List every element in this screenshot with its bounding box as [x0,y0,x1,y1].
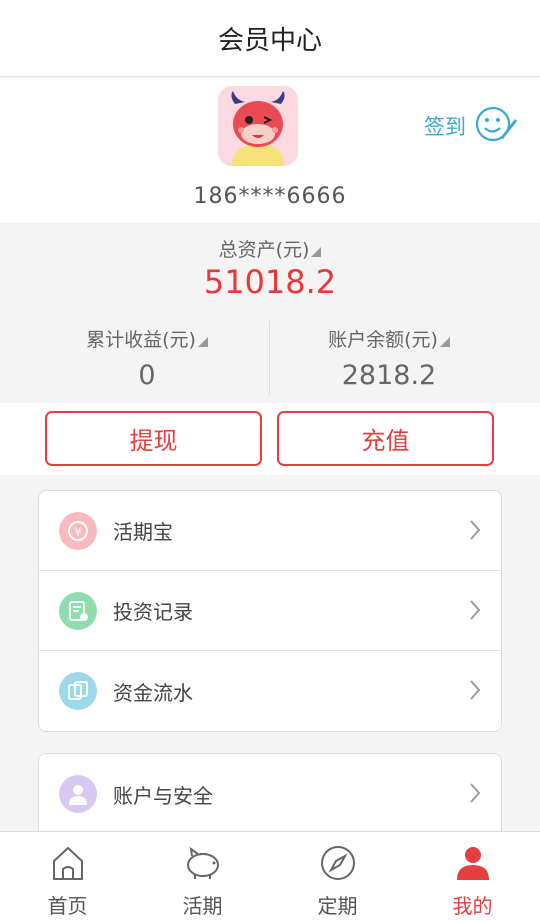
account-security-icon [59,775,97,813]
tab-fixed[interactable]: 定期 [270,832,405,922]
tab-mine[interactable]: 我的 [405,832,540,922]
menu-item-label: 投资记录 [113,600,193,624]
tab-label: 我的 [452,894,493,918]
menu-item-label: 资金流水 [113,680,193,705]
menu-item-fund-flow[interactable]: 资金流水 [39,651,501,731]
svg-text:¥: ¥ [74,525,82,539]
avatar[interactable] [218,86,298,166]
home-icon [50,832,86,886]
earnings-value: 0 [138,360,156,391]
account-menu-card: 账户与安全 [38,753,502,843]
triangle-icon [197,337,208,347]
tab-label: 首页 [47,894,88,918]
piggy-bank-icon [183,832,223,886]
finance-menu-card: ¥ 活期宝 投资记录 资金流水 [38,490,502,732]
tab-label: 定期 [317,894,358,918]
earnings-label: 累计收益(元) [12,325,282,352]
chevron-right-icon [469,679,481,705]
chevron-right-icon [469,519,481,545]
triangle-icon [311,247,322,257]
menu-item-account-security[interactable]: 账户与安全 [39,754,501,834]
current-treasure-icon: ¥ [59,511,97,550]
withdraw-button[interactable]: 提现 [45,411,262,466]
menu-item-current-treasure[interactable]: ¥ 活期宝 [39,491,501,571]
triangle-icon [439,337,450,347]
fund-flow-icon [59,672,97,710]
menu-item-label: 账户与安全 [113,783,213,808]
menu-item-investment-record[interactable]: 投资记录 [39,571,501,651]
balance-label: 账户余额(元) [254,325,524,352]
balance-block: 账户余额(元) 2818.2 [254,325,524,391]
tab-current[interactable]: 活期 [135,832,270,922]
menu-item-label: 活期宝 [113,520,173,544]
total-assets-label: 总资产(元) [0,235,540,262]
recharge-button[interactable]: 充值 [277,411,494,466]
checkin-label: 签到 [424,115,466,139]
smile-pen-icon [474,104,518,148]
checkin-button[interactable]: 签到 [424,104,518,148]
tab-home[interactable]: 首页 [0,832,135,922]
bottom-tab-bar: 首页 活期 定期 我的 [0,831,540,922]
total-assets-value: 51018.2 [203,263,337,301]
app-header: 会员中心 [0,0,540,77]
chevron-right-icon [469,599,481,625]
page-title: 会员中心 [217,25,322,56]
balance-value: 2818.2 [341,360,437,391]
compass-icon [319,832,357,886]
tab-label: 活期 [182,894,223,918]
action-buttons: 提现 充值 [0,403,540,475]
chevron-right-icon [469,782,481,808]
investment-record-icon [59,591,97,630]
assets-summary: 总资产(元) 51018.2 累计收益(元) 0 账户余额(元) 2818.2 [0,223,540,403]
user-icon [454,832,492,886]
phone-number: 186****6666 [193,184,347,209]
profile-section: 186****6666 签到 [0,78,540,223]
earnings-block: 累计收益(元) 0 [12,325,282,391]
